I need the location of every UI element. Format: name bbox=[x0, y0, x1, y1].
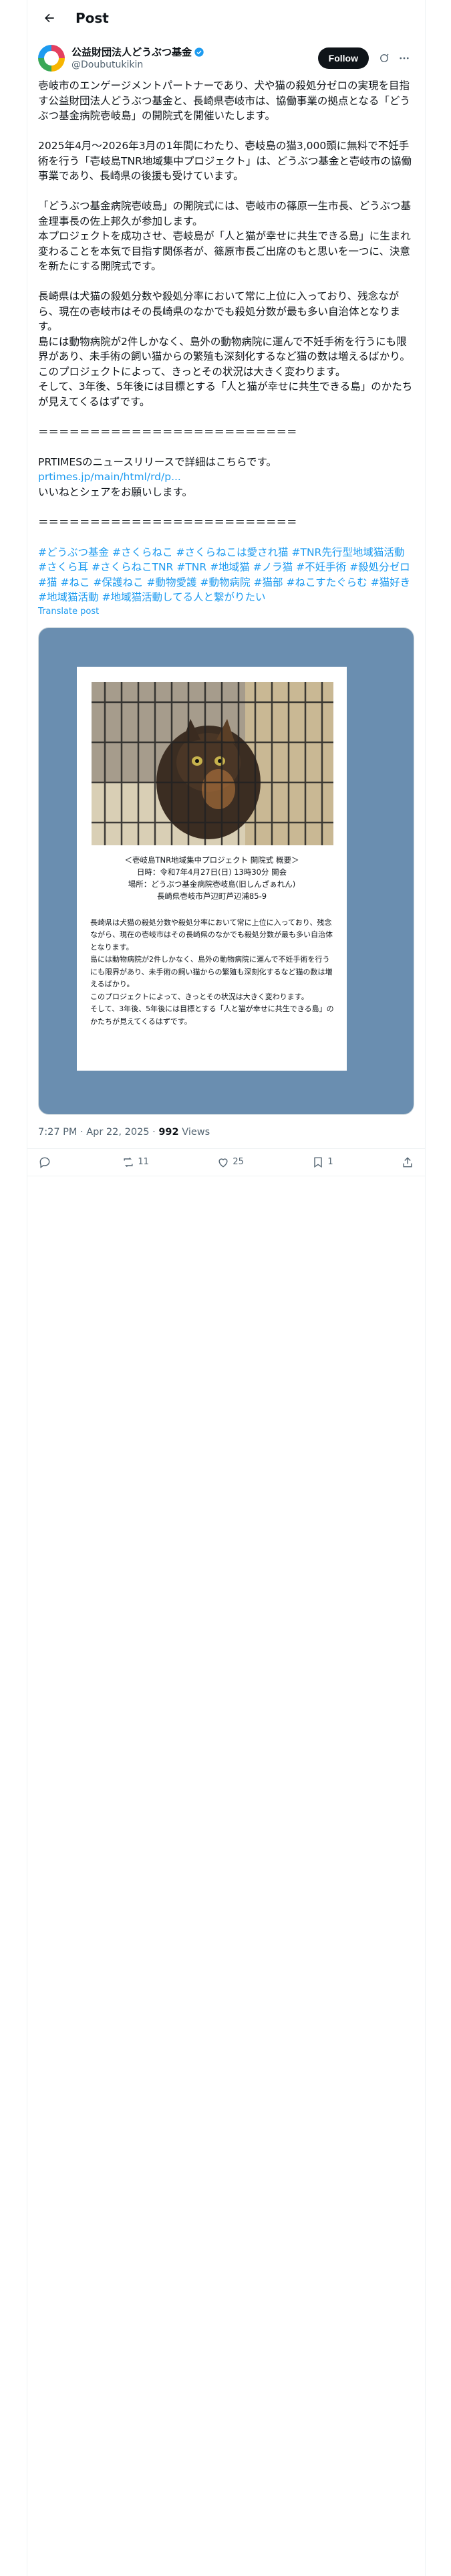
post-timestamp[interactable]: 7:27 PM · Apr 22, 2025 · bbox=[38, 1127, 158, 1138]
bookmark-button[interactable]: 1 bbox=[311, 1156, 333, 1169]
avatar[interactable] bbox=[38, 45, 65, 72]
divider-line: ＝＝＝＝＝＝＝＝＝＝＝＝＝＝＝＝＝＝＝＝＝＝＝＝＝ bbox=[38, 425, 297, 438]
hashtag[interactable]: #ノラ猫 bbox=[253, 560, 293, 575]
hashtag[interactable]: #さくら耳 bbox=[38, 560, 88, 575]
flyer-place: 場所：どうぶつ基金病院壱岐島(旧しんざぁれん) bbox=[128, 879, 296, 889]
cat-photo bbox=[92, 681, 333, 845]
post-paragraph: 壱岐市のエンゲージメントパートナーであり、犬や猫の殺処分ゼロの実現を目指す公益財… bbox=[38, 80, 410, 122]
flyer-body: 長崎県は犬猫の殺処分数や殺処分率において常に上位に入っており、残念ながら、現在の… bbox=[90, 918, 334, 1026]
like-count: 25 bbox=[233, 1157, 244, 1167]
back-button[interactable] bbox=[38, 7, 61, 29]
hashtag[interactable]: #猫好き bbox=[371, 575, 411, 591]
repost-button[interactable]: 11 bbox=[122, 1156, 149, 1169]
hashtag[interactable]: #殺処分ゼロ bbox=[349, 560, 410, 575]
hashtag[interactable]: #どうぶつ基金 bbox=[38, 545, 109, 560]
hashtag[interactable]: #猫 bbox=[38, 575, 57, 591]
follow-button[interactable]: Follow bbox=[317, 47, 369, 69]
reply-icon bbox=[39, 1157, 50, 1168]
share-text: いいねとシェアをお願いします。 bbox=[38, 486, 192, 498]
divider-line: ＝＝＝＝＝＝＝＝＝＝＝＝＝＝＝＝＝＝＝＝＝＝＝＝＝ bbox=[38, 516, 297, 528]
views-count: 992 bbox=[158, 1126, 179, 1138]
page: Post 公益財団法人どうぶつ基金 @Doubutukikin Follow 壱… bbox=[0, 0, 451, 2576]
hashtag[interactable]: #不妊手術 bbox=[296, 560, 346, 575]
hashtag-list: #どうぶつ基金 #さくらねこ #さくらねこは愛され猫 #TNR先行型地域猫活動 #さくら… bbox=[27, 545, 425, 605]
page-title: Post bbox=[76, 9, 109, 26]
hashtag[interactable]: #地域猫活動 bbox=[38, 590, 99, 605]
post-paragraph: 2025年4月〜2026年3月の1年間にわたり、壱岐島の猫3,000頭に無料で不… bbox=[38, 140, 412, 182]
back-arrow-icon bbox=[45, 13, 54, 22]
flyer-address: 長崎県壱岐市芦辺町芦辺浦85-9 bbox=[156, 891, 267, 901]
share-button[interactable] bbox=[401, 1156, 414, 1169]
hashtag[interactable]: #TNR先行型地域猫活動 bbox=[292, 545, 405, 560]
cat-in-cage-image bbox=[92, 681, 333, 845]
flyer-date: 日時：令和7年4月27日(日) 13時30分 開会 bbox=[136, 867, 287, 877]
grok-icon[interactable] bbox=[374, 48, 394, 68]
share-icon bbox=[403, 1156, 412, 1167]
hashtag[interactable]: #さくらねこは愛され猫 bbox=[176, 545, 289, 560]
action-bar: 11 25 1 bbox=[27, 1149, 425, 1176]
hashtag[interactable]: #さくらねこ bbox=[112, 545, 173, 560]
pr-link[interactable]: prtimes.jp/main/html/rd/p... bbox=[38, 469, 414, 485]
post-meta: 7:27 PM · Apr 22, 2025 · 992 Views bbox=[27, 1115, 425, 1149]
pr-text: PRTIMESのニュースリリースで詳細はこちらです。 bbox=[38, 455, 277, 468]
flyer-summary: ＜壱岐島TNR地域集中プロジェクト 開院式 概要＞ 日時：令和7年4月27日(日… bbox=[86, 854, 337, 902]
bookmark-icon bbox=[314, 1157, 323, 1168]
views-label: Views bbox=[178, 1126, 210, 1138]
post-image[interactable]: ＜壱岐島TNR地域集中プロジェクト 開院式 概要＞ 日時：令和7年4月27日(日… bbox=[38, 627, 414, 1115]
flyer: ＜壱岐島TNR地域集中プロジェクト 開院式 概要＞ 日時：令和7年4月27日(日… bbox=[77, 666, 347, 1071]
bookmark-count: 1 bbox=[327, 1157, 333, 1167]
hashtag[interactable]: #保護ねこ bbox=[94, 575, 144, 591]
post-paragraph: 長崎県は犬猫の殺処分数や殺処分率において常に上位に入っており、残念ながら、現在の… bbox=[38, 290, 413, 408]
post-text: 壱岐市のエンゲージメントパートナーであり、犬や猫の殺処分ゼロの実現を目指す公益財… bbox=[27, 74, 425, 545]
author-info: 公益財団法人どうぶつ基金 @Doubutukikin bbox=[71, 45, 318, 71]
top-bar: Post bbox=[27, 0, 425, 35]
hashtag[interactable]: #地域猫活動してる人と繋がりたい bbox=[102, 590, 266, 605]
repost-count: 11 bbox=[138, 1157, 149, 1167]
hashtag[interactable]: #さくらねこTNR bbox=[92, 560, 173, 575]
author-name-row: 公益財団法人どうぶつ基金 bbox=[71, 45, 318, 59]
flyer-title: ＜壱岐島TNR地域集中プロジェクト 開院式 概要＞ bbox=[124, 855, 299, 865]
hashtag[interactable]: #地域猫 bbox=[210, 560, 250, 575]
hashtag[interactable]: #動物愛護 bbox=[147, 575, 197, 591]
author-row: 公益財団法人どうぶつ基金 @Doubutukikin Follow bbox=[27, 35, 425, 74]
translate-post-link[interactable]: Translate post bbox=[27, 605, 425, 617]
post-paragraph: 「どうぶつ基金病院壱岐島」の開院式には、壱岐市の篠原一生市長、どうぶつ基金理事長… bbox=[38, 200, 412, 272]
reply-button[interactable] bbox=[38, 1156, 54, 1169]
like-button[interactable]: 25 bbox=[216, 1156, 244, 1169]
post-column: Post 公益財団法人どうぶつ基金 @Doubutukikin Follow 壱… bbox=[27, 0, 426, 2576]
heart-icon bbox=[218, 1158, 228, 1168]
hashtag[interactable]: #ねこ bbox=[61, 575, 90, 591]
author-name[interactable]: 公益財団法人どうぶつ基金 bbox=[71, 45, 192, 59]
hashtag[interactable]: #ねこすたぐらむ bbox=[287, 575, 367, 591]
hashtag[interactable]: #猫部 bbox=[254, 575, 283, 591]
hashtag[interactable]: #動物病院 bbox=[200, 575, 251, 591]
hashtag[interactable]: #TNR bbox=[176, 560, 206, 575]
verified-badge-icon bbox=[194, 47, 204, 58]
author-handle[interactable]: @Doubutukikin bbox=[71, 59, 318, 71]
repost-icon bbox=[124, 1157, 133, 1167]
more-options-icon[interactable] bbox=[394, 48, 414, 68]
